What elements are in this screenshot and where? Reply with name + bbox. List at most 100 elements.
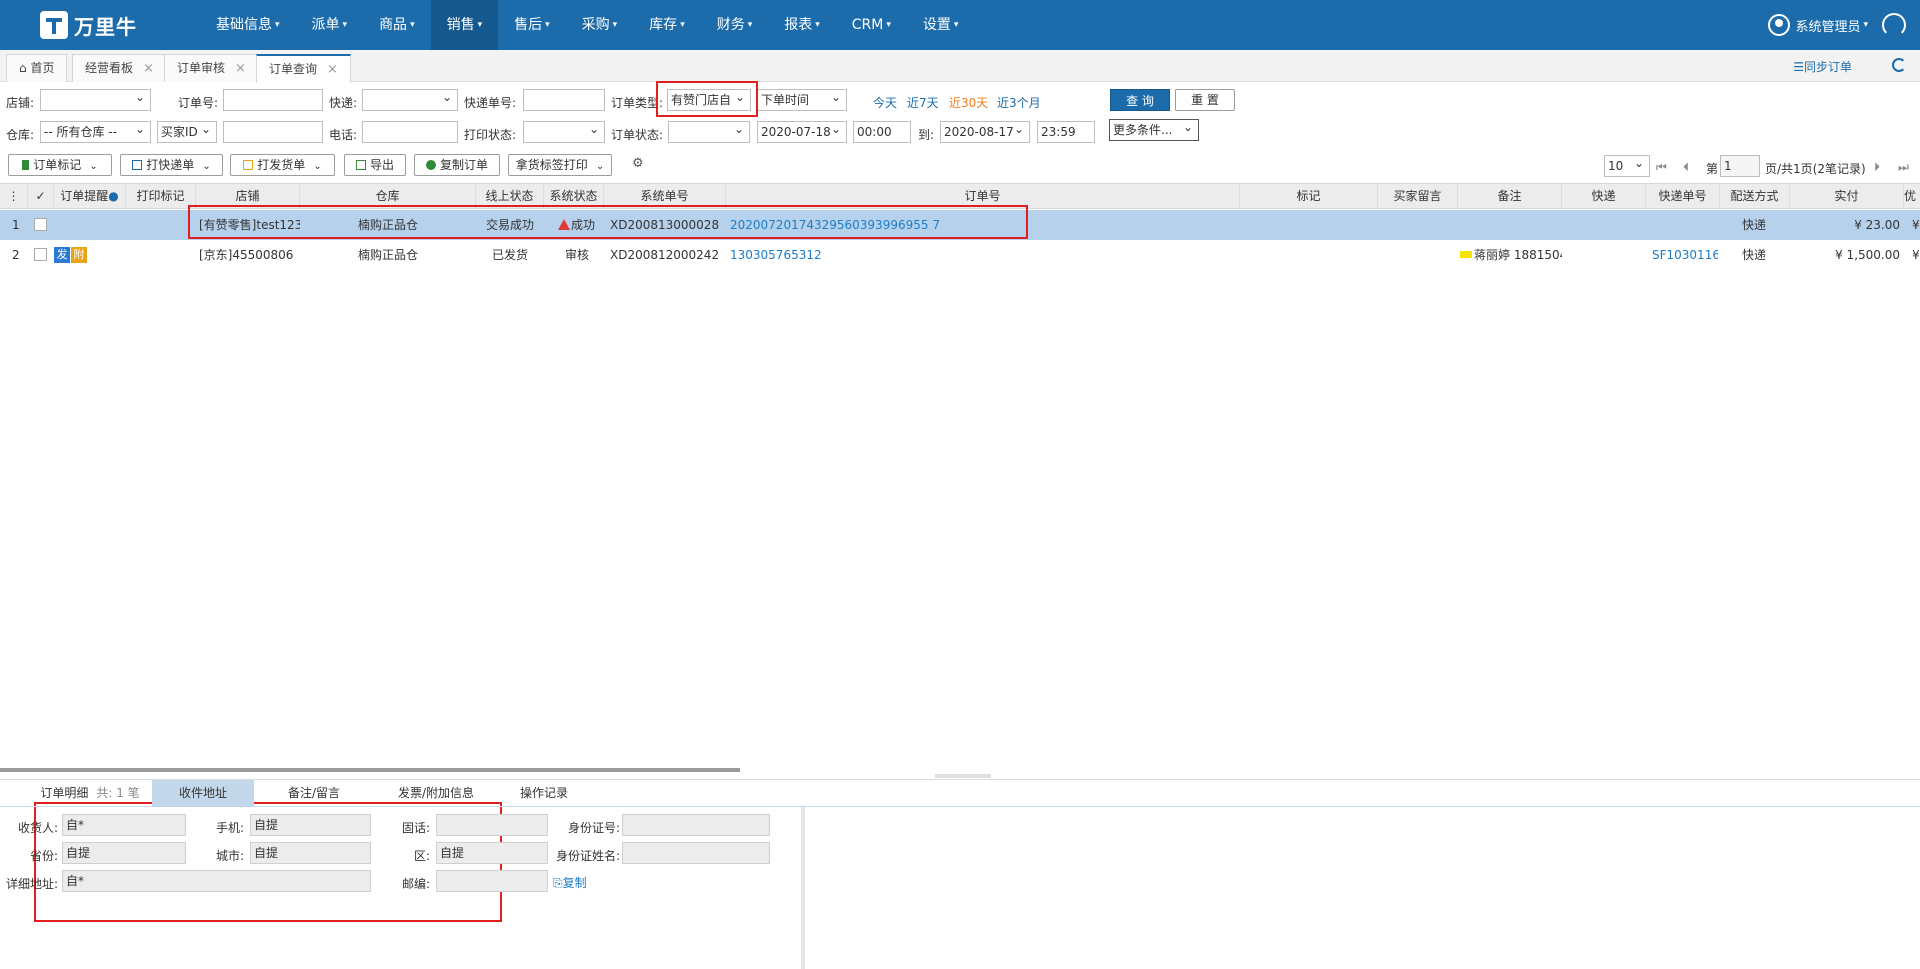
user-menu[interactable]: 系统管理员 ▾ [1768,0,1868,50]
refresh-icon[interactable] [1892,58,1906,72]
gear-icon[interactable]: ⚙ [632,156,644,171]
time-from-spinner[interactable]: 00:00 [853,121,911,143]
nav-sales[interactable]: 销售 ▾ [430,0,499,50]
close-icon[interactable]: × [143,61,154,76]
select-all-check[interactable]: ✓ [28,184,54,208]
col-express-no[interactable]: 快递单号 [1646,184,1720,208]
copy-order-button[interactable]: 复制订单 [414,154,500,176]
express-select[interactable] [362,89,458,111]
horizontal-scrollbar[interactable] [0,768,740,772]
page-number-input[interactable]: 1 [1720,155,1760,177]
tab-address[interactable]: 收件地址 [152,780,254,807]
col-discount[interactable]: 优 [1904,184,1920,208]
col-express[interactable]: 快递 [1562,184,1646,208]
column-menu-icon[interactable]: ⋮ [0,184,28,208]
col-buyer-message[interactable]: 买家留言 [1378,184,1458,208]
receiver-field[interactable]: 自* [62,814,186,836]
order-mark-button[interactable]: 订单标记 ⌄ [8,154,112,176]
order-no-input[interactable] [223,89,323,111]
col-print-mark[interactable]: 打印标记 [126,184,196,208]
close-icon[interactable]: × [235,61,246,76]
sync-orders-link[interactable]: ☰同步订单 [1793,58,1852,75]
shop-select[interactable] [40,89,151,111]
col-delivery[interactable]: 配送方式 [1720,184,1790,208]
quick-30days[interactable]: 近30天 [949,94,988,111]
row-checkbox[interactable] [34,218,47,231]
col-remark[interactable]: 备注 [1458,184,1562,208]
nav-reports[interactable]: 报表 ▾ [768,0,836,50]
page-size-select[interactable]: 10 [1604,155,1650,177]
tab-order-query[interactable]: 订单查询 × [256,54,351,83]
first-page-icon[interactable]: ⏮ [1656,160,1667,175]
query-button[interactable]: 查 询 [1110,89,1170,111]
print-ship-button[interactable]: 打发货单 ⌄ [230,154,335,176]
table-row[interactable]: 2 发 附 [京东]45500806 楠购正品仓 已发货 审核 XD200812… [0,240,1920,270]
pick-label-print-button[interactable]: 拿货标签打印 ⌄ [508,154,612,176]
phone-input[interactable] [362,121,458,143]
quick-today[interactable]: 今天 [873,94,897,111]
copy-address-link[interactable]: ⎘复制 [553,874,587,891]
city-field[interactable]: 自提 [250,842,371,864]
splitter-handle[interactable] [935,774,991,778]
annotation-box-row [188,205,1028,239]
chevron-down-icon: ▾ [886,20,891,30]
district-field[interactable]: 自提 [436,842,548,864]
order-status-select[interactable] [668,121,750,143]
province-field[interactable]: 自提 [62,842,186,864]
tab-invoice[interactable]: 发票/附加信息 [376,780,496,807]
express-label: 快递: [329,96,358,110]
tab-home[interactable]: ⌂ 首页 [6,54,68,82]
nav-inventory[interactable]: 库存 ▾ [633,0,701,50]
quick-3months[interactable]: 近3个月 [997,94,1041,111]
nav-settings[interactable]: 设置 ▾ [907,0,975,50]
nav-goods[interactable]: 商品 ▾ [363,0,431,50]
printer-icon [243,160,254,170]
close-icon[interactable]: × [327,62,338,77]
mobile-field[interactable]: 自提 [250,814,371,836]
page-label: 第 [1706,162,1719,176]
tab-memo[interactable]: 备注/留言 [266,780,362,807]
export-button[interactable]: 导出 [344,154,406,176]
tab-dashboard[interactable]: 经营看板 × [72,54,167,82]
express-no-input[interactable] [523,89,605,111]
nav-dispatch[interactable]: 派单 ▾ [296,0,364,50]
col-paid[interactable]: 实付 [1790,184,1904,208]
nav-crm[interactable]: CRM ▾ [836,0,907,50]
detail-address-field[interactable]: 自* [62,870,371,892]
warehouse-select[interactable]: -- 所有仓库 -- [40,121,151,143]
date-from-picker[interactable]: 2020-07-18 [757,121,847,143]
logo[interactable]: 万里牛 [40,10,137,40]
col-mark[interactable]: 标记 [1240,184,1378,208]
last-page-icon[interactable]: ⏭ [1898,160,1909,175]
date-to-picker[interactable]: 2020-08-17 [940,121,1030,143]
print-express-button[interactable]: 打快递单 ⌄ [120,154,223,176]
tel-field[interactable] [436,814,548,836]
nav-finance[interactable]: 财务 ▾ [701,0,769,50]
zip-field[interactable] [436,870,548,892]
quick-7days[interactable]: 近7天 [907,94,939,111]
headset-icon[interactable] [1882,13,1906,37]
buyer-id-select[interactable]: 买家ID [157,121,217,143]
tab-order-review[interactable]: 订单审核 × [164,54,259,82]
col-order-remind[interactable]: 订单提醒● [54,184,126,208]
buyer-id-input[interactable] [223,121,323,143]
row-index: 2 [12,248,20,262]
time-to-spinner[interactable]: 23:59 [1037,121,1095,143]
more-conditions-select[interactable]: 更多条件... [1109,119,1199,141]
nav-purchase[interactable]: 采购 ▾ [566,0,634,50]
vertical-splitter[interactable] [801,807,805,969]
prev-page-icon[interactable]: ⏴ [1683,160,1689,175]
cell-order-no-link[interactable]: 130305765312 [730,240,822,270]
idcard-field[interactable] [622,814,770,836]
row-checkbox[interactable] [34,248,47,261]
tab-operation-log[interactable]: 操作记录 [504,780,584,807]
print-status-select[interactable] [523,121,605,143]
reset-button[interactable]: 重 置 [1175,89,1235,111]
nav-after-sales[interactable]: 售后 ▾ [498,0,566,50]
nav-basic-info[interactable]: 基础信息 ▾ [200,0,296,50]
next-page-icon[interactable]: ⏵ [1874,160,1880,175]
time-type-select[interactable]: 下单时间 [757,89,847,111]
idname-field[interactable] [622,842,770,864]
cell-express-no-link[interactable]: SF10301163 [1652,240,1718,270]
tab-order-detail[interactable]: 订单明细 共: 1 笔 [28,780,152,807]
